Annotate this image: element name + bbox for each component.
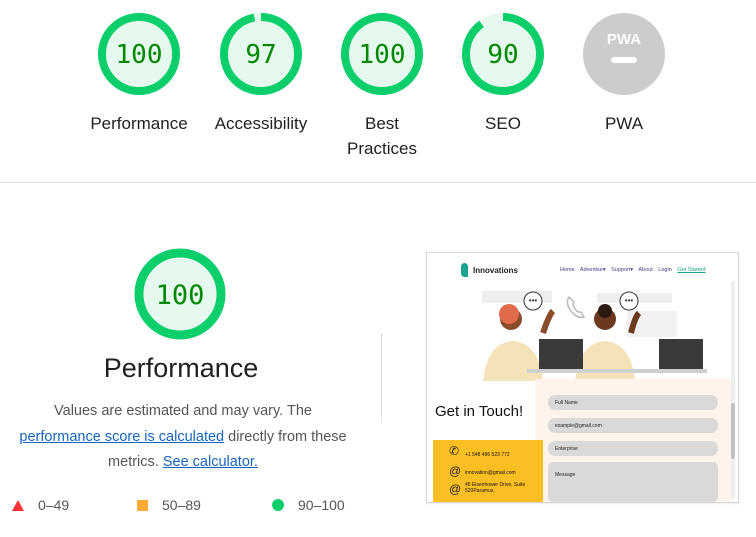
thumb-scrollbar-thumb[interactable] [731,403,735,459]
gauge-performance[interactable]: 100 Performance [79,12,199,136]
gauge-best-practices[interactable]: 100 Best Practices [322,12,442,161]
thumb-nav-about: About [638,267,653,273]
legend-item-pass: 90–100 [272,495,345,515]
thumb-field-name: Full Name [548,395,718,410]
thumb-navbar: Innovations Home Advertise▾ Support▾ Abo… [427,253,738,281]
thumb-nav-login: Login [658,267,672,273]
performance-description: Values are estimated and may vary. The p… [8,399,358,476]
gauge-seo-score: 90 [487,40,518,70]
legend-range-pass: 90–100 [298,497,345,513]
legend-range-average: 50–89 [162,497,201,513]
legend-item-average: 50–89 [137,495,201,515]
pwa-badge-text: PWA [607,31,641,48]
brand-logo-icon [461,263,468,277]
red-triangle-icon [12,499,24,511]
gauge-best-practices-ring: 100 [341,13,423,95]
pwa-dash-icon [611,57,637,63]
thumb-contact-heading: Get in Touch! [435,403,524,420]
performance-big-score: 100 [156,280,205,311]
location-icon: @ [449,482,462,496]
final-screenshot-thumbnail[interactable]: Innovations Home Advertise▾ Support▾ Abo… [426,252,739,503]
performance-desc-text-1: Values are estimated and may vary. The [54,403,312,419]
performance-score-link[interactable]: performance score is calculated [19,429,224,445]
hero-illustration: ••• ••• [427,281,738,381]
gauge-performance-ring: 100 [98,13,180,95]
gauge-accessibility-label: Accessibility [214,114,308,133]
thumb-scrollbar[interactable] [731,281,735,499]
thumb-nav-home: Home [560,267,575,273]
gauge-best-practices-label: Best Practices [347,114,417,158]
phone-icon: ✆ [449,444,460,458]
gauge-pwa[interactable]: PWA PWA [564,12,684,136]
thumb-contact-card: ✆ +1 548 496 523 772 @ innovation@gmail.… [433,440,543,502]
thumb-field-enterprise: Enterprise [548,441,718,456]
thumb-nav-support: Support▾ [611,267,634,273]
legend-range-fail: 0–49 [38,497,70,513]
gauge-accessibility[interactable]: 97 Accessibility [201,12,321,136]
thumb-contact-email: innovation@gmail.com [465,470,516,476]
gauge-accessibility-ring: 97 [220,13,302,95]
vertical-divider [381,333,382,423]
gauge-seo-label: SEO [485,114,521,133]
phone-illustration-icon [566,295,586,319]
thumb-nav-links: Home Advertise▾ Support▾ About Login Get… [560,267,709,273]
gauge-pwa-label: PWA [604,114,644,133]
thumb-contact-phone: +1 548 496 523 772 [465,452,510,458]
see-calculator-link[interactable]: See calculator. [163,454,258,470]
gauge-performance-label: Performance [90,114,188,133]
gauge-seo-ring: 90 [462,13,544,95]
performance-big-gauge: 100 [134,248,226,340]
svg-text:•••: ••• [529,296,538,305]
gauge-accessibility-score: 97 [245,40,276,70]
thumb-field-email: example@gmail.com [548,418,718,433]
gauge-performance-score: 100 [116,40,163,70]
orange-square-icon [137,499,148,511]
thumb-brand: Innovations [473,266,518,275]
performance-section: 100 Performance Values are estimated and… [0,183,756,537]
pwa-badge-icon: PWA [583,13,665,95]
thumb-nav-advertise: Advertise▾ [579,267,606,273]
category-gauges: 100 Performance 97 Accessibility 100 Bes… [0,0,756,182]
gauge-best-practices-score: 100 [359,40,406,70]
legend-item-fail: 0–49 [12,495,69,515]
performance-title: Performance [103,353,259,383]
gauge-seo[interactable]: 90 SEO [443,12,563,136]
at-sign-icon: @ [449,464,462,478]
svg-text:•••: ••• [625,296,634,305]
thumb-field-message: Message [548,462,718,502]
green-circle-icon [272,499,284,511]
thumb-nav-get-started: Get Started [677,267,706,273]
thumb-contact-address: 45 Eisenhower Drive, Suite 520Paramus, [465,482,526,494]
